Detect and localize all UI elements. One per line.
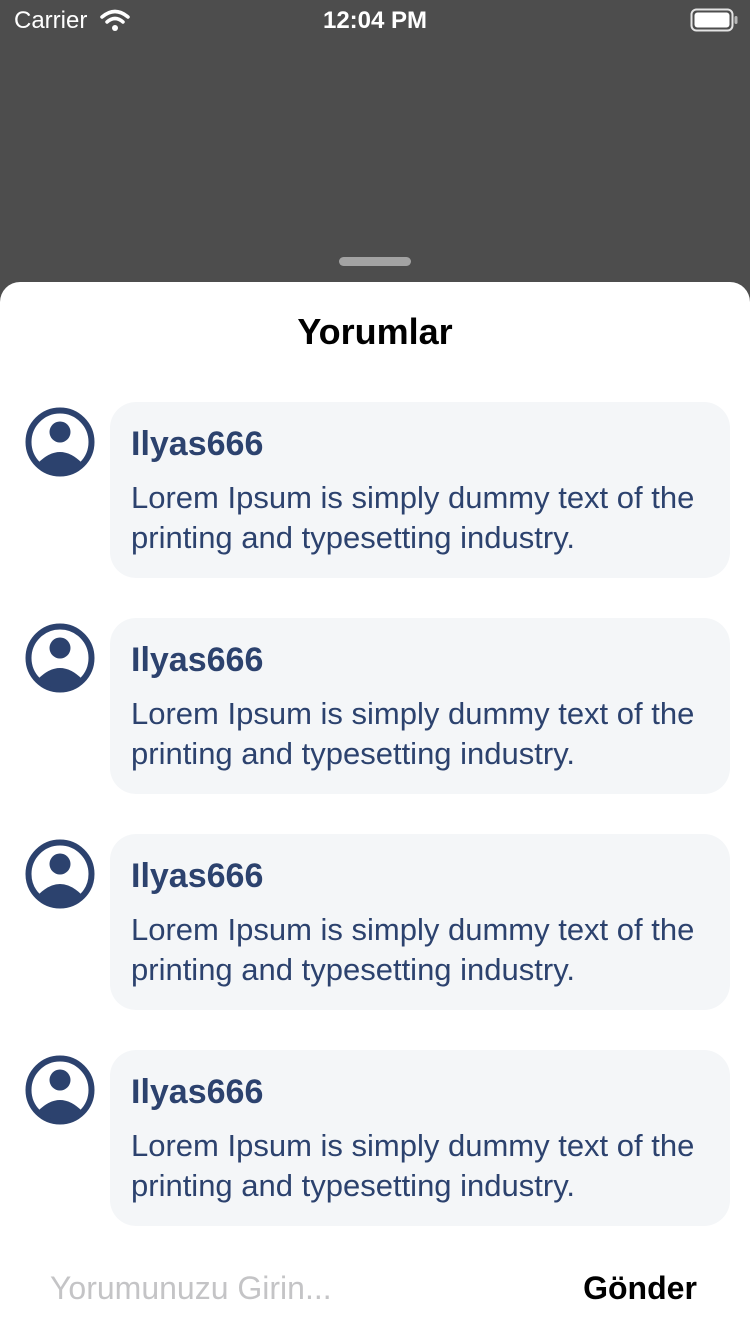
- user-avatar-icon: [25, 407, 95, 477]
- status-time: 12:04 PM: [322, 7, 428, 34]
- comment-item: Ilyas666 Lorem Ipsum is simply dummy tex…: [0, 1050, 750, 1226]
- comment-item: Ilyas666 Lorem Ipsum is simply dummy tex…: [0, 834, 750, 1010]
- send-button[interactable]: Gönder: [570, 1258, 710, 1318]
- comment-text: Lorem Ipsum is simply dummy text of the …: [131, 696, 695, 771]
- comment-text: Lorem Ipsum is simply dummy text of the …: [131, 1128, 695, 1203]
- comment-item: Ilyas666 Lorem Ipsum is simply dummy tex…: [0, 618, 750, 794]
- battery-icon: [690, 8, 738, 32]
- comment-bubble: Ilyas666 Lorem Ipsum is simply dummy tex…: [110, 1050, 730, 1226]
- comment-bubble: Ilyas666 Lorem Ipsum is simply dummy tex…: [110, 402, 730, 578]
- comment-bubble: Ilyas666 Lorem Ipsum is simply dummy tex…: [110, 834, 730, 1010]
- sheet-grabber-handle[interactable]: [339, 257, 411, 266]
- comment-text: Lorem Ipsum is simply dummy text of the …: [131, 912, 695, 987]
- comment-bubble: Ilyas666 Lorem Ipsum is simply dummy tex…: [110, 618, 730, 794]
- sheet-title: Yorumlar: [297, 311, 453, 352]
- comment-text: Lorem Ipsum is simply dummy text of the …: [131, 480, 695, 555]
- comment-input[interactable]: [50, 1258, 530, 1318]
- comment-username: Ilyas666: [131, 1073, 264, 1111]
- user-avatar-icon: [25, 839, 95, 909]
- comment-username: Ilyas666: [131, 857, 264, 895]
- comments-sheet: Yorumlar Ilyas666 Lorem Ipsum is simply …: [0, 282, 750, 1334]
- user-avatar-icon: [25, 1055, 95, 1125]
- comment-composer: Gönder: [0, 1258, 750, 1318]
- comment-item: Ilyas666 Lorem Ipsum is simply dummy tex…: [0, 402, 750, 578]
- comment-username: Ilyas666: [131, 425, 264, 463]
- status-bar: Carrier 12:04 PM: [0, 0, 750, 40]
- user-avatar-icon: [25, 623, 95, 693]
- comment-username: Ilyas666: [131, 641, 264, 679]
